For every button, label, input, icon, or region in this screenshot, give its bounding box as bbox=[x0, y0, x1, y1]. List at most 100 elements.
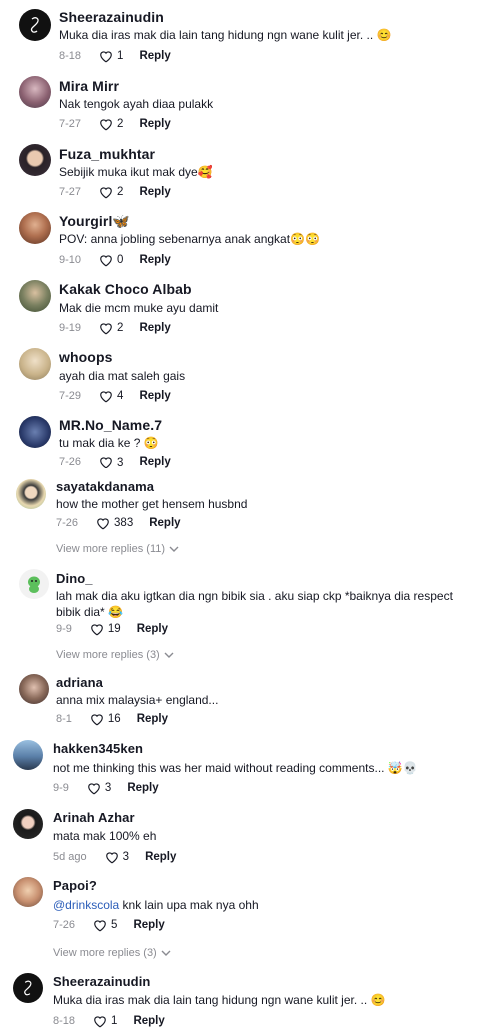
avatar[interactable] bbox=[19, 674, 49, 704]
like-button[interactable]: 2 bbox=[99, 322, 123, 335]
heart-outline-icon bbox=[97, 517, 109, 529]
avatar[interactable] bbox=[19, 416, 51, 448]
like-count: 1 bbox=[111, 1015, 118, 1027]
comment-username[interactable]: Sheerazainudin bbox=[59, 9, 164, 25]
like-count: 2 bbox=[117, 322, 124, 334]
view-more-label: View more replies (3) bbox=[53, 947, 157, 959]
comment-text: ayah dia mat saleh gais bbox=[59, 369, 186, 383]
comment-username[interactable]: MR.No_Name.7 bbox=[59, 417, 162, 433]
avatar[interactable] bbox=[13, 740, 43, 770]
avatar[interactable] bbox=[19, 212, 51, 244]
comment-meta: 8-18 1 Reply bbox=[53, 1013, 165, 1029]
heart-outline-icon bbox=[100, 50, 112, 62]
heart-outline-icon bbox=[94, 919, 106, 931]
comment-meta: 7-26 5 Reply bbox=[53, 917, 165, 933]
heart-outline-icon bbox=[100, 322, 112, 334]
like-button[interactable]: 3 bbox=[87, 782, 111, 795]
avatar[interactable] bbox=[13, 973, 43, 1003]
like-count: 3 bbox=[104, 782, 112, 794]
avatar[interactable] bbox=[13, 877, 43, 907]
like-count: 2 bbox=[117, 186, 124, 198]
avatar[interactable] bbox=[19, 9, 51, 41]
reply-button[interactable]: Reply bbox=[139, 390, 170, 402]
reply-button[interactable]: Reply bbox=[133, 919, 164, 931]
avatar[interactable] bbox=[13, 809, 43, 839]
comment-username[interactable]: Papoi? bbox=[53, 878, 97, 893]
comment-meta: 8-18 1 Reply bbox=[59, 48, 171, 64]
comment-username[interactable]: hakken345ken bbox=[53, 741, 143, 756]
like-count: 16 bbox=[107, 713, 121, 725]
reply-button[interactable]: Reply bbox=[149, 517, 180, 529]
reply-button[interactable]: Reply bbox=[139, 254, 170, 266]
like-count: 2 bbox=[117, 118, 124, 130]
comment-username[interactable]: adriana bbox=[56, 675, 103, 690]
comment-username[interactable]: Dino_ bbox=[56, 571, 93, 586]
avatar[interactable] bbox=[19, 348, 51, 380]
like-button[interactable]: 2 bbox=[99, 118, 123, 131]
like-count: 4 bbox=[117, 390, 124, 402]
heart-outline-icon bbox=[91, 713, 103, 725]
comment-item: whoops ayah dia mat saleh gais 7-29 4 Re… bbox=[0, 340, 500, 408]
comment-date: 7-27 bbox=[59, 118, 82, 130]
like-button[interactable]: 3 bbox=[105, 851, 129, 864]
like-button[interactable]: 0 bbox=[99, 254, 123, 267]
comment-username[interactable]: Yourgirl🦋 bbox=[59, 213, 130, 230]
view-more-replies[interactable]: View more replies (3) bbox=[56, 649, 174, 661]
like-button[interactable]: 2 bbox=[99, 186, 123, 199]
comment-username[interactable]: whoops bbox=[59, 349, 112, 365]
comment-item: Arinah Azhar mata mak 100% eh 5d ago 3 R… bbox=[0, 804, 500, 872]
user-mention-link[interactable]: @drinkscola bbox=[53, 898, 119, 912]
comment-text: @drinkscola knk lain upa mak nya ohh bbox=[53, 897, 493, 913]
comment-meta: 7-27 2 Reply bbox=[59, 184, 171, 200]
heart-outline-icon bbox=[91, 623, 103, 635]
comment-meta: 9-9 19 Reply bbox=[56, 621, 168, 637]
comment-date: 7-27 bbox=[59, 186, 82, 198]
avatar[interactable] bbox=[19, 76, 51, 108]
comment-item: sayatakdanama how the mother get hensem … bbox=[0, 472, 500, 564]
reply-button[interactable]: Reply bbox=[139, 186, 170, 198]
reply-button[interactable]: Reply bbox=[139, 456, 170, 468]
reply-button[interactable]: Reply bbox=[137, 623, 168, 635]
comment-text: not me thinking this was her maid withou… bbox=[53, 761, 418, 775]
comment-date: 7-29 bbox=[59, 390, 82, 402]
comment-text: mata mak 100% eh bbox=[53, 829, 157, 843]
reply-button[interactable]: Reply bbox=[139, 118, 170, 130]
comment-username[interactable]: Mira Mirr bbox=[59, 78, 119, 94]
comment-username[interactable]: Arinah Azhar bbox=[53, 810, 135, 825]
like-button[interactable]: 1 bbox=[93, 1015, 117, 1028]
avatar[interactable] bbox=[19, 569, 49, 599]
comment-text: Sebijik muka ikut mak dye🥰 bbox=[59, 165, 213, 179]
reply-button[interactable]: Reply bbox=[139, 50, 170, 62]
avatar[interactable] bbox=[16, 479, 46, 509]
comment-meta: 8-1 16 Reply bbox=[56, 711, 168, 727]
heart-outline-icon bbox=[100, 118, 112, 130]
like-button[interactable]: 383 bbox=[96, 517, 133, 530]
reply-button[interactable]: Reply bbox=[133, 1015, 164, 1027]
comment-username[interactable]: Sheerazainudin bbox=[53, 974, 150, 989]
reply-button[interactable]: Reply bbox=[145, 851, 176, 863]
chevron-down-icon bbox=[169, 546, 179, 552]
comment-item: Mira Mirr Nak tengok ayah diaa pulakk 7-… bbox=[0, 68, 500, 136]
like-button[interactable]: 3 bbox=[99, 456, 123, 468]
chevron-down-icon bbox=[161, 950, 171, 956]
view-more-replies[interactable]: View more replies (11) bbox=[56, 543, 179, 555]
heart-outline-icon bbox=[100, 254, 112, 266]
comment-username[interactable]: sayatakdanama bbox=[56, 479, 154, 494]
reply-button[interactable]: Reply bbox=[127, 782, 158, 794]
comment-username[interactable]: Fuza_mukhtar bbox=[59, 146, 155, 162]
comment-text: Nak tengok ayah diaa pulakk bbox=[59, 97, 214, 111]
like-button[interactable]: 19 bbox=[90, 623, 121, 636]
heart-outline-icon bbox=[100, 390, 112, 402]
like-button[interactable]: 1 bbox=[99, 50, 123, 63]
heart-outline-icon bbox=[94, 1015, 106, 1027]
avatar[interactable] bbox=[19, 280, 51, 312]
comment-username[interactable]: Kakak Choco Albab bbox=[59, 281, 192, 297]
reply-button[interactable]: Reply bbox=[137, 713, 168, 725]
like-button[interactable]: 5 bbox=[93, 919, 117, 932]
reply-button[interactable]: Reply bbox=[139, 322, 170, 334]
view-more-replies[interactable]: View more replies (3) bbox=[53, 947, 171, 959]
chevron-down-icon bbox=[164, 652, 174, 658]
like-button[interactable]: 4 bbox=[99, 390, 123, 403]
avatar[interactable] bbox=[19, 144, 51, 176]
like-button[interactable]: 16 bbox=[90, 713, 121, 726]
